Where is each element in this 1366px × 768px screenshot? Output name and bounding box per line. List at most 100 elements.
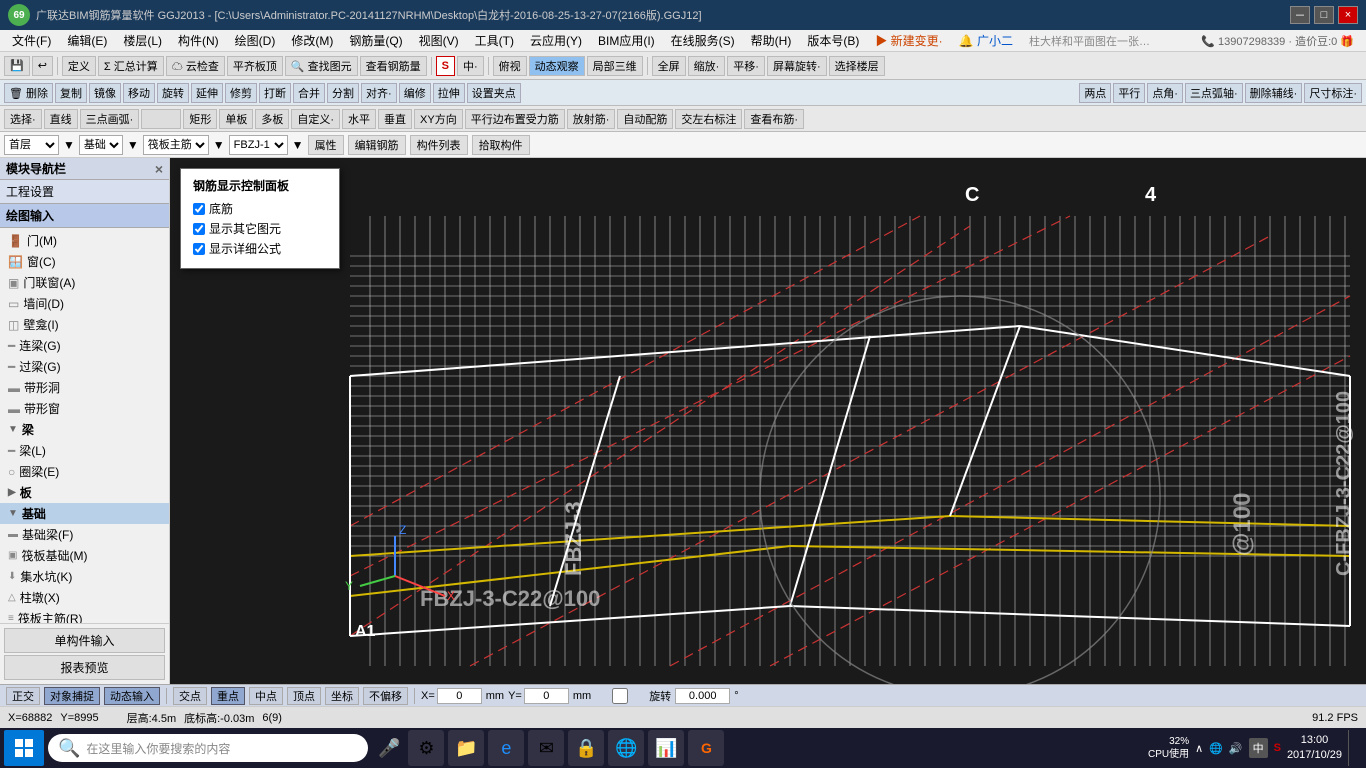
sougou-icon[interactable]: S: [1274, 742, 1281, 754]
custom-btn[interactable]: 自定义·: [291, 109, 340, 129]
print-aux-btn[interactable]: 打断: [259, 83, 291, 103]
sidebar-item-foundation-beam[interactable]: ▬ 基础梁(F): [0, 524, 169, 545]
sidebar-item-link-beam[interactable]: ━连梁(G): [0, 335, 169, 356]
zoom-btn[interactable]: 缩放·: [688, 56, 726, 76]
mic-icon[interactable]: 🎤: [378, 738, 400, 759]
radial-rebar-btn[interactable]: 放射筋·: [567, 109, 616, 129]
sidebar-group-beam[interactable]: ▼ 梁: [0, 419, 169, 440]
extend-aux-btn[interactable]: 延伸: [191, 83, 223, 103]
total-calc-btn[interactable]: Σ 汇总计算: [98, 56, 164, 76]
dynamic-observe-btn[interactable]: 动态观察: [529, 56, 585, 76]
task-icon-earth[interactable]: 🌐: [608, 730, 644, 766]
menu-rebar-qty[interactable]: 钢筋量(Q): [341, 30, 410, 51]
object-snap-btn[interactable]: 对象捕捉: [44, 687, 100, 705]
ortho-btn[interactable]: 正交: [6, 687, 40, 705]
no-offset-btn[interactable]: 不偏移: [363, 687, 408, 705]
rebar-type-select[interactable]: 筏板主筋: [143, 135, 209, 155]
task-icon-mail[interactable]: ✉: [528, 730, 564, 766]
line-btn[interactable]: 直线: [44, 109, 78, 129]
move-aux-btn[interactable]: 移动: [123, 83, 155, 103]
bottom-rebar-checkbox[interactable]: [193, 203, 205, 215]
view-rebar-btn[interactable]: 查看钢筋量: [360, 56, 427, 76]
menu-view[interactable]: 视图(V): [411, 30, 467, 51]
sidebar-item-sump[interactable]: ⬇ 集水坑(K): [0, 566, 169, 587]
del-aux-line-btn[interactable]: 删除辅线·: [1245, 83, 1303, 103]
top-view-btn[interactable]: 俯视: [493, 56, 527, 76]
save-btn[interactable]: 💾: [4, 56, 30, 76]
menu-edit[interactable]: 编辑(E): [59, 30, 115, 51]
select-floor-btn[interactable]: 选择楼层: [829, 56, 885, 76]
menu-version[interactable]: 版本号(B): [799, 30, 867, 51]
sidebar-item-raft-rebar[interactable]: ≡ 筏板主筋(R): [0, 608, 169, 623]
chevron-up-icon[interactable]: ∧: [1195, 742, 1203, 755]
cloud-check-btn[interactable]: ☁ 云检查: [166, 56, 225, 76]
sidebar-item-ring-beam[interactable]: ○ 圈梁(E): [0, 461, 169, 482]
minimize-button[interactable]: －: [1290, 6, 1310, 24]
edit-rebar-btn[interactable]: 编辑钢筋: [348, 135, 406, 155]
menu-cloud[interactable]: 云应用(Y): [522, 30, 590, 51]
steel-option-show-other[interactable]: 显示其它图元: [193, 220, 327, 237]
setpoint-aux-btn[interactable]: 设置夹点: [467, 83, 521, 103]
split-aux-btn[interactable]: 分割: [327, 83, 359, 103]
rect-btn[interactable]: 矩形: [183, 109, 217, 129]
sidebar-item-raft[interactable]: ▣ 筏板基础(M): [0, 545, 169, 566]
center-btn[interactable]: 中·: [457, 56, 484, 76]
select-btn[interactable]: 选择·: [4, 109, 42, 129]
section-project-settings[interactable]: 工程设置: [0, 180, 169, 204]
search-bar[interactable]: 🔍 在这里输入你要搜索的内容: [48, 734, 368, 762]
trim-aux-btn[interactable]: 修剪: [225, 83, 257, 103]
dim-mark-btn[interactable]: 尺寸标注·: [1304, 83, 1362, 103]
vertex-btn[interactable]: 顶点: [287, 687, 321, 705]
pull-aux-btn[interactable]: 拉伸: [433, 83, 465, 103]
rotate-checkbox[interactable]: [595, 688, 645, 704]
parallel-rebar-btn[interactable]: 平行边布置受力筋: [465, 109, 565, 129]
menu-component[interactable]: 构件(N): [170, 30, 227, 51]
steel-option-show-formula[interactable]: 显示详细公式: [193, 240, 327, 257]
ime-indicator[interactable]: 中: [1249, 738, 1268, 758]
clock[interactable]: 13:00 2017/10/29: [1287, 733, 1342, 764]
section-draw-input[interactable]: 绘图输入: [0, 204, 169, 228]
rotate-input[interactable]: [675, 688, 730, 704]
angle-point-btn[interactable]: 点角·: [1147, 83, 1183, 103]
define-btn[interactable]: 定义: [62, 56, 96, 76]
merge-aux-btn[interactable]: 合并: [293, 83, 325, 103]
partial-3d-btn[interactable]: 局部三维: [587, 56, 643, 76]
sidebar-item-beam[interactable]: ━ 梁(L): [0, 440, 169, 461]
task-icon-settings[interactable]: ⚙: [408, 730, 444, 766]
volume-icon[interactable]: 🔊: [1229, 742, 1243, 755]
properties-btn[interactable]: 属性: [308, 135, 344, 155]
menu-bim[interactable]: BIM应用(I): [590, 30, 663, 51]
report-preview-btn[interactable]: 报表预览: [4, 655, 165, 680]
menu-assistant[interactable]: 🔔 广小二: [951, 30, 1021, 51]
view-rebar2-btn[interactable]: 查看布筋·: [744, 109, 804, 129]
title-right[interactable]: － □ ×: [1290, 6, 1358, 24]
sidebar-item-wall-opening[interactable]: ▭墙间(D): [0, 293, 169, 314]
x-input[interactable]: [437, 688, 482, 704]
sidebar-group-slab[interactable]: ▶ 板: [0, 482, 169, 503]
sidebar-close-btn[interactable]: ×: [155, 161, 163, 177]
menu-help[interactable]: 帮助(H): [743, 30, 800, 51]
auto-rebar-btn[interactable]: 自动配筋: [617, 109, 673, 129]
steel-option-bottom[interactable]: 底筋: [193, 200, 327, 217]
multi-slab-btn[interactable]: 多板: [255, 109, 289, 129]
sidebar-item-column-pier[interactable]: △ 柱墩(X): [0, 587, 169, 608]
menu-online[interactable]: 在线服务(S): [663, 30, 743, 51]
show-other-checkbox[interactable]: [193, 223, 205, 235]
sidebar-item-strip-window[interactable]: ▬带形窗: [0, 398, 169, 419]
single-component-btn[interactable]: 单构件输入: [4, 628, 165, 653]
menu-modify[interactable]: 修改(M): [283, 30, 341, 51]
canvas-area[interactable]: 钢筋显示控制面板 底筋 显示其它图元 显示详细公式: [170, 158, 1366, 684]
rotate-aux-btn[interactable]: 旋转: [157, 83, 189, 103]
y-input[interactable]: [524, 688, 569, 704]
sidebar-group-foundation[interactable]: ▼ 基础: [0, 503, 169, 524]
single-slab-btn[interactable]: 单板: [219, 109, 253, 129]
mirror-aux-btn[interactable]: 镜像: [89, 83, 121, 103]
menu-draw[interactable]: 绘图(D): [227, 30, 284, 51]
rebar-logo-btn[interactable]: S: [436, 56, 455, 76]
sidebar-item-window[interactable]: 🪟窗(C): [0, 251, 169, 272]
find-element-btn[interactable]: 🔍 查找图元: [285, 56, 358, 76]
arc-combo[interactable]: [141, 109, 181, 129]
sidebar-item-strip-hole[interactable]: ▬带形洞: [0, 377, 169, 398]
intersection-btn[interactable]: 交点: [173, 687, 207, 705]
task-icon-explorer[interactable]: 📁: [448, 730, 484, 766]
